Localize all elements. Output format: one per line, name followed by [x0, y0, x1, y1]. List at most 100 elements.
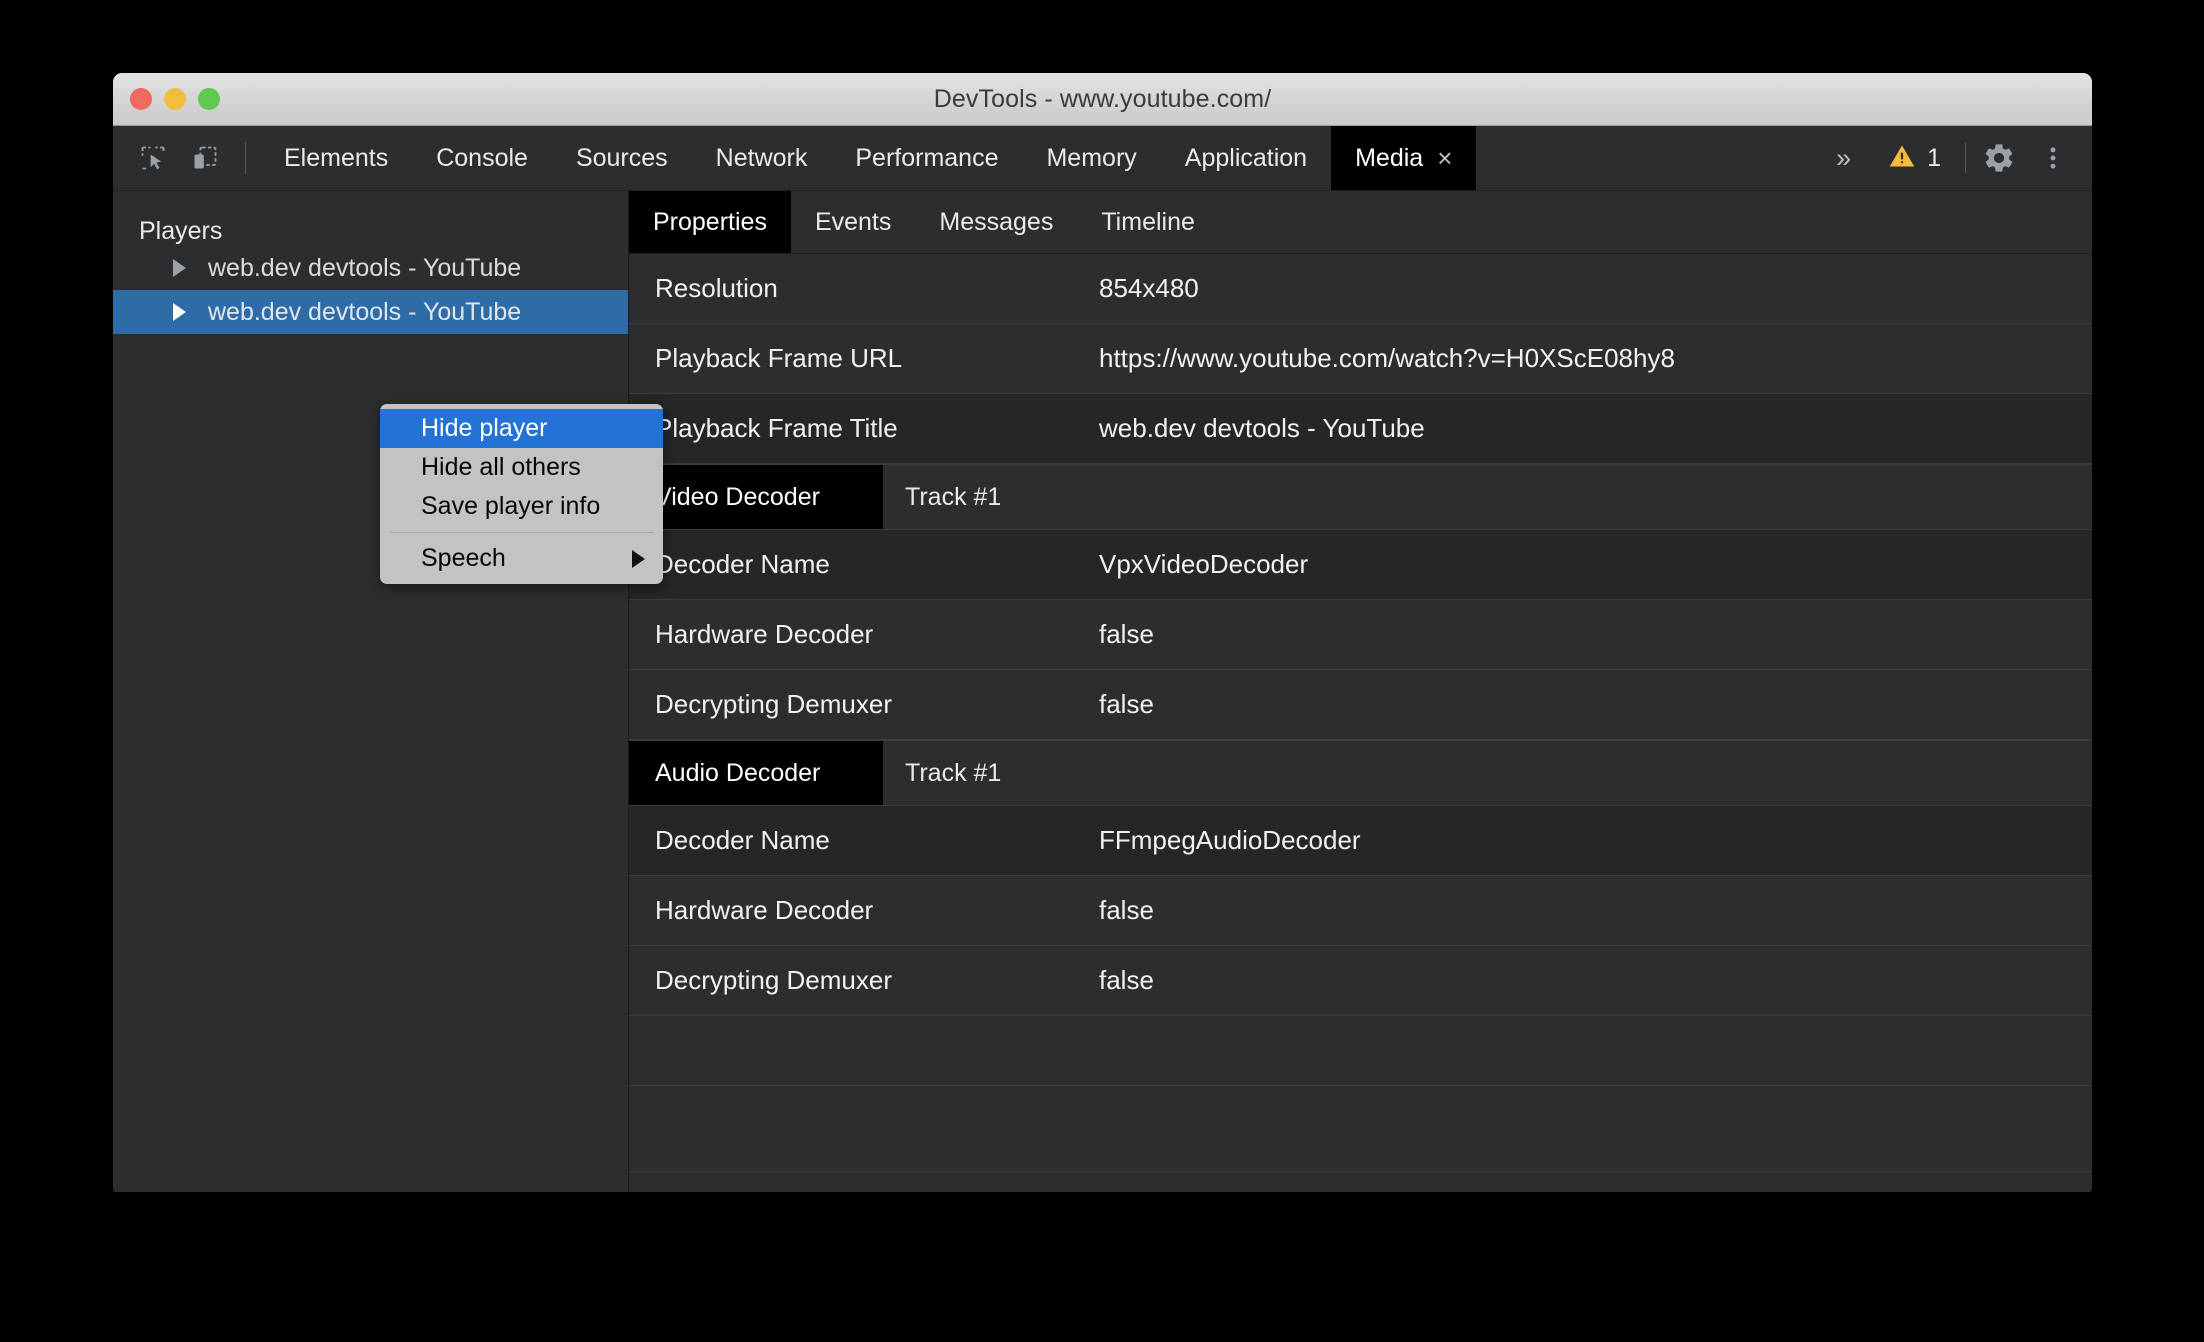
property-key: Playback Frame URL [655, 343, 903, 373]
audio-decoder-section-header: Audio Decoder Track #1 [629, 740, 2092, 806]
table-row: Hardware Decoder false [629, 876, 2092, 946]
menu-item-label: Hide player [421, 414, 548, 442]
property-value: https://www.youtube.com/watch?v=H0XScE08… [1099, 343, 1675, 373]
table-row: Playback Frame URL https://www.youtube.c… [629, 324, 2092, 394]
tab-label: Application [1184, 143, 1308, 172]
players-sidebar: Players web.dev devtools - YouTube web.d… [113, 191, 629, 1192]
section-track: Track #1 [905, 758, 1002, 787]
player-list-item-1[interactable]: web.dev devtools - YouTube [113, 246, 628, 290]
warning-count: 1 [1927, 143, 1941, 172]
section-name: Video Decoder [629, 465, 883, 529]
subtab-label: Messages [939, 207, 1054, 236]
player-list-item-2[interactable]: web.dev devtools - YouTube [113, 290, 628, 334]
tab-properties[interactable]: Properties [629, 191, 791, 253]
three-dot-menu-icon[interactable] [2026, 131, 2080, 185]
tab-application[interactable]: Application [1161, 126, 1331, 190]
table-row: Decoder Name VpxVideoDecoder [629, 530, 2092, 600]
menu-item-label: Save player info [421, 492, 601, 520]
tab-label: Sources [575, 143, 668, 172]
property-value: FFmpegAudioDecoder [1099, 825, 1361, 855]
media-properties-panel: Properties Events Messages Timeline Reso… [629, 191, 2092, 1192]
devtools-window: DevTools - www.youtube.com/ Elements Con… [113, 73, 2092, 1192]
property-key: Resolution [655, 273, 778, 303]
table-row: Decrypting Demuxer false [629, 946, 2092, 1016]
expand-triangle-icon[interactable] [173, 259, 186, 277]
panel-tabstrip: Elements Console Sources Network Perform… [260, 126, 1477, 190]
property-key: Hardware Decoder [655, 895, 874, 925]
tab-memory[interactable]: Memory [1022, 126, 1160, 190]
media-subtabs: Properties Events Messages Timeline [629, 191, 2092, 254]
table-row: Playback Frame Title web.dev devtools - … [629, 394, 2092, 464]
player-label: web.dev devtools - YouTube [208, 297, 522, 326]
warning-indicator[interactable]: 1 [1870, 142, 1959, 175]
gear-icon[interactable] [1972, 131, 2026, 185]
menu-item-speech[interactable]: Speech [380, 539, 663, 578]
toolbar-right-controls: » 1 [1814, 126, 2092, 190]
property-value: web.dev devtools - YouTube [1099, 413, 1425, 443]
tab-label: Elements [284, 143, 389, 172]
tab-events[interactable]: Events [791, 191, 915, 253]
property-value: VpxVideoDecoder [1099, 549, 1309, 579]
tab-media[interactable]: Media × [1331, 126, 1477, 190]
tab-timeline[interactable]: Timeline [1077, 191, 1219, 253]
submenu-arrow-icon [632, 549, 645, 568]
tab-console[interactable]: Console [412, 126, 552, 190]
property-value: false [1099, 689, 1154, 719]
menu-item-hide-all-others[interactable]: Hide all others [380, 448, 663, 487]
property-value: false [1099, 619, 1154, 649]
property-value: false [1099, 965, 1154, 995]
close-icon[interactable]: × [1437, 145, 1452, 171]
property-key: Decoder Name [655, 825, 830, 855]
window-title: DevTools - www.youtube.com/ [933, 84, 1272, 113]
property-key: Decoder Name [655, 549, 830, 579]
table-row: Decoder Name FFmpegAudioDecoder [629, 806, 2092, 876]
tab-label: Media [1355, 143, 1424, 172]
property-value: false [1099, 895, 1154, 925]
video-decoder-section-header: Video Decoder Track #1 [629, 464, 2092, 530]
zoom-window-button[interactable] [198, 88, 220, 110]
minimize-window-button[interactable] [164, 88, 186, 110]
tab-performance[interactable]: Performance [831, 126, 1022, 190]
table-row: Resolution 854x480 [629, 254, 2092, 324]
tab-network[interactable]: Network [692, 126, 832, 190]
player-label: web.dev devtools - YouTube [208, 253, 522, 282]
traffic-light-buttons [130, 73, 220, 125]
tab-elements[interactable]: Elements [260, 126, 412, 190]
property-key: Playback Frame Title [655, 413, 898, 443]
table-row-empty [629, 1016, 2092, 1086]
subtab-label: Properties [653, 207, 767, 236]
properties-table: Resolution 854x480 Playback Frame URL ht… [629, 254, 2092, 1192]
property-key: Hardware Decoder [655, 619, 874, 649]
subtab-label: Timeline [1101, 207, 1195, 236]
tab-label: Console [436, 143, 528, 172]
table-row: Hardware Decoder false [629, 600, 2092, 670]
warning-triangle-icon [1888, 142, 1916, 175]
table-row: Decrypting Demuxer false [629, 670, 2092, 740]
property-value: 854x480 [1099, 273, 1199, 303]
table-row-empty [629, 1086, 2092, 1172]
devtools-toolbar: Elements Console Sources Network Perform… [113, 126, 2092, 191]
close-window-button[interactable] [130, 88, 152, 110]
table-filler [629, 1172, 2092, 1192]
expand-triangle-icon[interactable] [173, 303, 186, 321]
players-heading: Players [139, 217, 223, 245]
section-track: Track #1 [905, 482, 1002, 511]
menu-item-save-player-info[interactable]: Save player info [380, 487, 663, 526]
devtools-body: Players web.dev devtools - YouTube web.d… [113, 191, 2092, 1192]
toolbar-divider [245, 142, 246, 174]
menu-item-label: Hide all others [421, 453, 581, 481]
menu-item-hide-player[interactable]: Hide player [380, 409, 663, 448]
player-context-menu: Hide player Hide all others Save player … [380, 404, 663, 584]
menu-item-label: Speech [421, 544, 506, 572]
tab-messages[interactable]: Messages [915, 191, 1077, 253]
tab-label: Memory [1046, 143, 1137, 172]
tab-label: Performance [855, 143, 999, 172]
property-key: Decrypting Demuxer [655, 689, 892, 719]
subtab-label: Events [814, 207, 892, 236]
more-tabs-overflow-icon[interactable]: » [1814, 143, 1870, 174]
device-toolbar-icon[interactable] [179, 126, 231, 190]
tab-sources[interactable]: Sources [552, 126, 692, 190]
menu-separator [390, 532, 653, 533]
inspect-element-icon[interactable] [127, 126, 179, 190]
property-key: Decrypting Demuxer [655, 965, 892, 995]
